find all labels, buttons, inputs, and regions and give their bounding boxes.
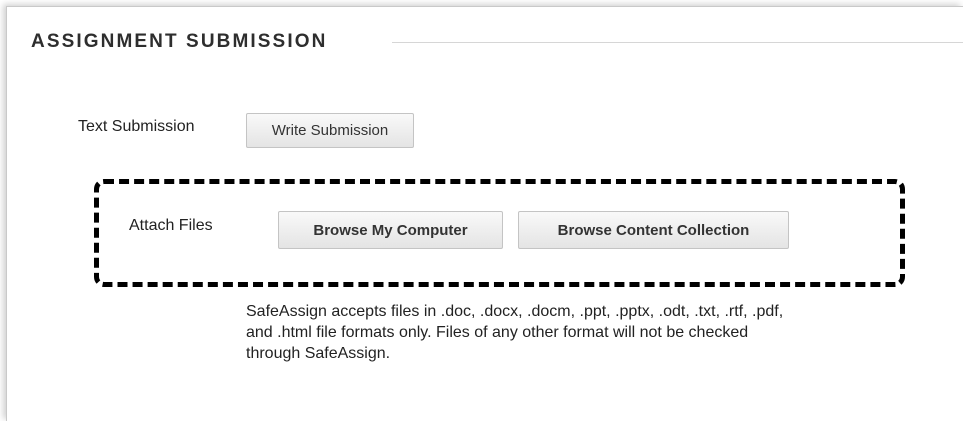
safeassign-note-line: through SafeAssign.: [246, 345, 391, 362]
safeassign-note-line: SafeAssign accepts files in .doc, .docx,…: [246, 303, 784, 320]
browse-my-computer-button[interactable]: Browse My Computer: [278, 211, 503, 249]
section-title: ASSIGNMENT SUBMISSION: [31, 31, 328, 52]
safeassign-note-line: and .html file formats only. Files of an…: [246, 324, 749, 341]
title-divider: [392, 42, 963, 43]
write-submission-button[interactable]: Write Submission: [246, 113, 414, 148]
text-submission-label: Text Submission: [78, 118, 195, 135]
attach-files-label: Attach Files: [129, 217, 213, 234]
browse-content-collection-button[interactable]: Browse Content Collection: [518, 211, 789, 249]
safeassign-note: SafeAssign accepts files in .doc, .docx,…: [246, 301, 886, 364]
